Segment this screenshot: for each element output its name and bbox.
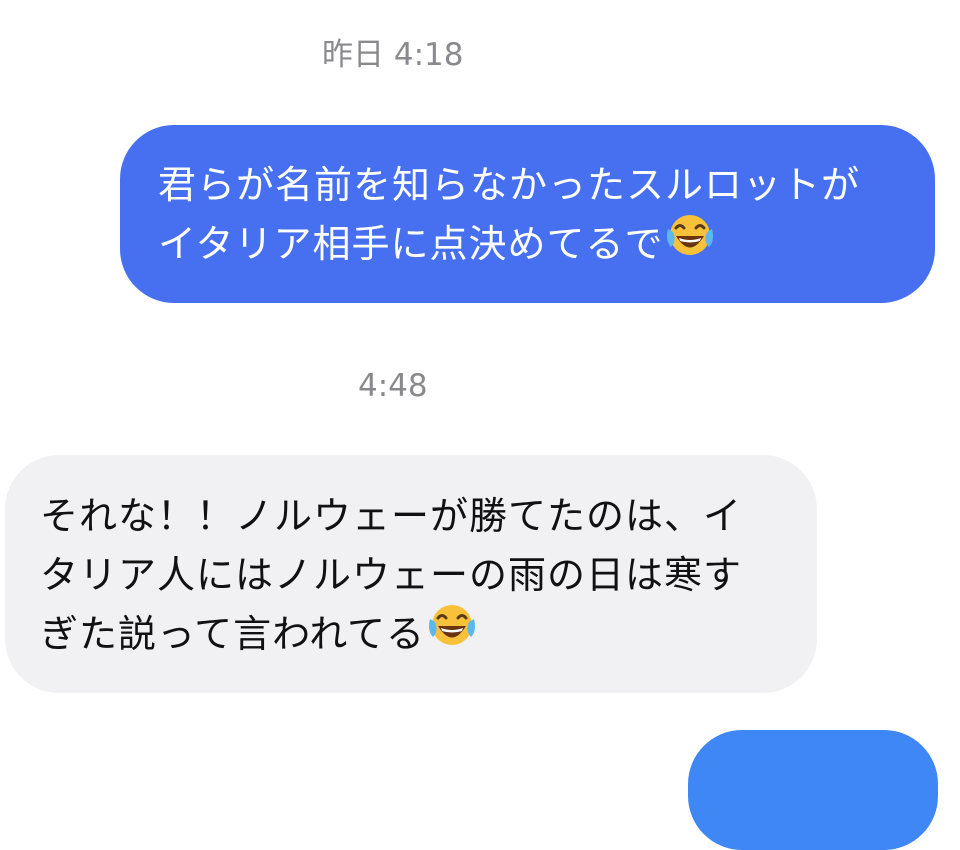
incoming-message-bubble[interactable]: それな！！ノルウェーが勝てたのは、イタリア人にはノルウェーの雨の日は寒すぎた説っ… — [5, 455, 817, 693]
outgoing-message-bubble[interactable]: 君らが名前を知らなかったスルロットがイタリア相手に点決めてるで — [120, 125, 935, 303]
message-text: それな！！ノルウェーが勝てたのは、イタリア人にはノルウェーの雨の日は寒すぎた説っ… — [40, 487, 775, 664]
chat-screen: { "conversation": { "timestamp_1": "昨日 4… — [0, 0, 960, 850]
timestamp: 昨日 4:18 — [322, 37, 464, 73]
face-with-tears-of-joy-icon — [427, 601, 477, 664]
message-text: 君らが名前を知らなかったスルロットがイタリア相手に点決めてるで — [158, 156, 893, 274]
timestamp: 4:48 — [358, 368, 428, 404]
face-with-tears-of-joy-icon — [665, 211, 715, 274]
outgoing-message-bubble-partial[interactable] — [688, 730, 938, 850]
